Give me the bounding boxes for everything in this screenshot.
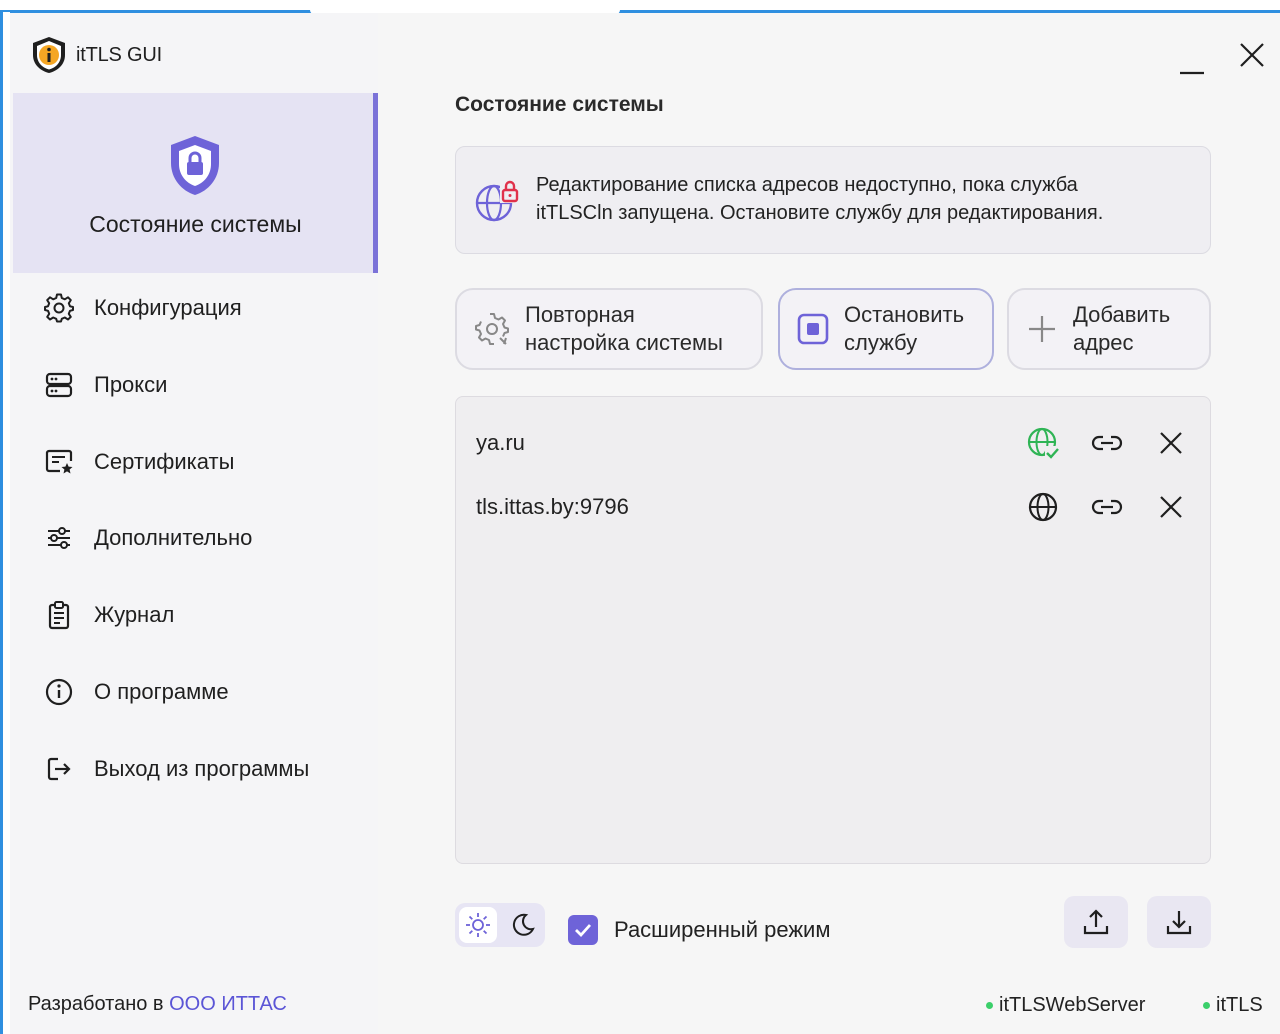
dark-theme-button[interactable] [505,907,541,943]
sidebar-item-exit[interactable]: Выход из программы [44,749,309,789]
app-brand: itTLS GUI [30,35,162,75]
sidebar-item-label: Конфигурация [94,295,242,320]
certificate-icon [45,449,73,474]
globe-check-icon[interactable] [1026,426,1060,460]
export-button[interactable] [1064,896,1128,948]
download-icon [1166,911,1192,935]
service-status-webserver: itTLSWebServer [986,994,1145,1017]
minimize-icon[interactable] [1178,53,1206,77]
exit-icon [47,757,71,781]
address-text: tls.ittas.by:9796 [476,494,629,519]
upload-icon [1083,909,1109,935]
button-label-line1: Добавить [1073,302,1171,327]
app-title: itTLS GUI [76,43,162,66]
stop-icon [797,313,829,345]
developer-credit: Разработано в ООО ИТТАС [28,993,287,1016]
close-window-icon[interactable] [1238,41,1266,69]
extended-mode-checkbox[interactable] [568,915,598,945]
warning-line-2: itTLSCln запущена. Остановите службу для… [536,202,1104,224]
window-top-strip [0,0,1280,14]
main-panel: Состояние системы Редактирование списка … [378,13,1280,1034]
sliders-icon [48,527,70,549]
warning-text: Редактирование списка адресов недоступно… [536,171,1196,227]
sidebar-item-label: Дополнительно [94,525,253,550]
address-row: tls.ittas.by:9796 [476,487,1188,527]
page-title: Состояние системы [455,93,664,116]
link-icon[interactable] [1090,426,1124,460]
company-link[interactable]: ООО ИТТАС [169,993,287,1015]
service-status-ittls: itTLS [1203,994,1263,1017]
window-left-edge [0,12,10,1034]
extended-mode-label[interactable]: Расширенный режим [614,917,830,943]
address-list: ya.ru tls.ittas.by:9796 [455,396,1211,864]
checkmark-icon [575,924,592,938]
info-icon [45,678,73,706]
moon-icon [512,913,535,936]
gear-sync-icon [475,313,509,345]
light-theme-button[interactable] [459,907,497,943]
warning-line-1: Редактирование списка адресов недоступно… [536,174,1078,196]
add-address-button[interactable]: Добавить адрес [1007,288,1211,370]
sidebar-item-system-status[interactable]: Состояние системы [13,93,378,273]
clipboard-icon [48,601,70,630]
sidebar-item-configuration[interactable]: Конфигурация [44,288,242,328]
service-name: itTLSWebServer [999,994,1146,1016]
delete-icon[interactable] [1154,426,1188,460]
sidebar-item-about[interactable]: О программе [44,672,229,712]
address-text: ya.ru [476,430,525,455]
address-row: ya.ru [476,423,1188,463]
status-dot-icon [986,1002,993,1009]
plus-icon [1029,316,1055,342]
button-label: Добавить адрес [1073,301,1170,357]
warning-banner: Редактирование списка адресов недоступно… [455,146,1211,254]
sidebar-item-certificates[interactable]: Сертификаты [44,442,234,482]
developer-prefix: Разработано в [28,993,164,1015]
button-label-line2: службу [844,330,918,355]
sidebar-item-advanced[interactable]: Дополнительно [44,518,252,558]
button-label-line2: адрес [1073,330,1134,355]
sun-icon [466,913,490,937]
theme-toggle [455,903,545,947]
button-label: Повторная настройка системы [525,301,723,357]
button-label-line1: Повторная [525,302,635,327]
import-button[interactable] [1147,896,1211,948]
sidebar-item-proxy[interactable]: Прокси [44,365,167,405]
sidebar-item-journal[interactable]: Журнал [44,595,174,635]
sidebar: itTLS GUI Состояние системы Конфигурация… [10,13,378,1034]
button-label: Остановить службу [844,301,964,357]
gear-icon [44,293,74,323]
server-icon [45,372,73,398]
sidebar-item-label: Сертификаты [94,449,235,474]
button-label-line2: настройка системы [525,330,723,355]
globe-lock-icon [475,180,520,222]
shield-lock-icon [171,136,219,195]
link-icon[interactable] [1090,490,1124,524]
sidebar-item-label: Состояние системы [89,211,302,237]
button-label-line1: Остановить [844,302,965,327]
sidebar-item-label: О программе [94,679,229,704]
stop-service-button[interactable]: Остановить службу [778,288,994,370]
delete-icon[interactable] [1154,490,1188,524]
status-dot-icon [1203,1002,1210,1009]
sidebar-item-label: Выход из программы [94,756,310,781]
sidebar-item-label: Прокси [94,372,168,397]
sidebar-item-label: Журнал [94,602,175,627]
app-logo-icon [33,37,65,73]
globe-icon[interactable] [1026,490,1060,524]
reconfigure-system-button[interactable]: Повторная настройка системы [455,288,763,370]
service-name: itTLS [1216,994,1263,1016]
